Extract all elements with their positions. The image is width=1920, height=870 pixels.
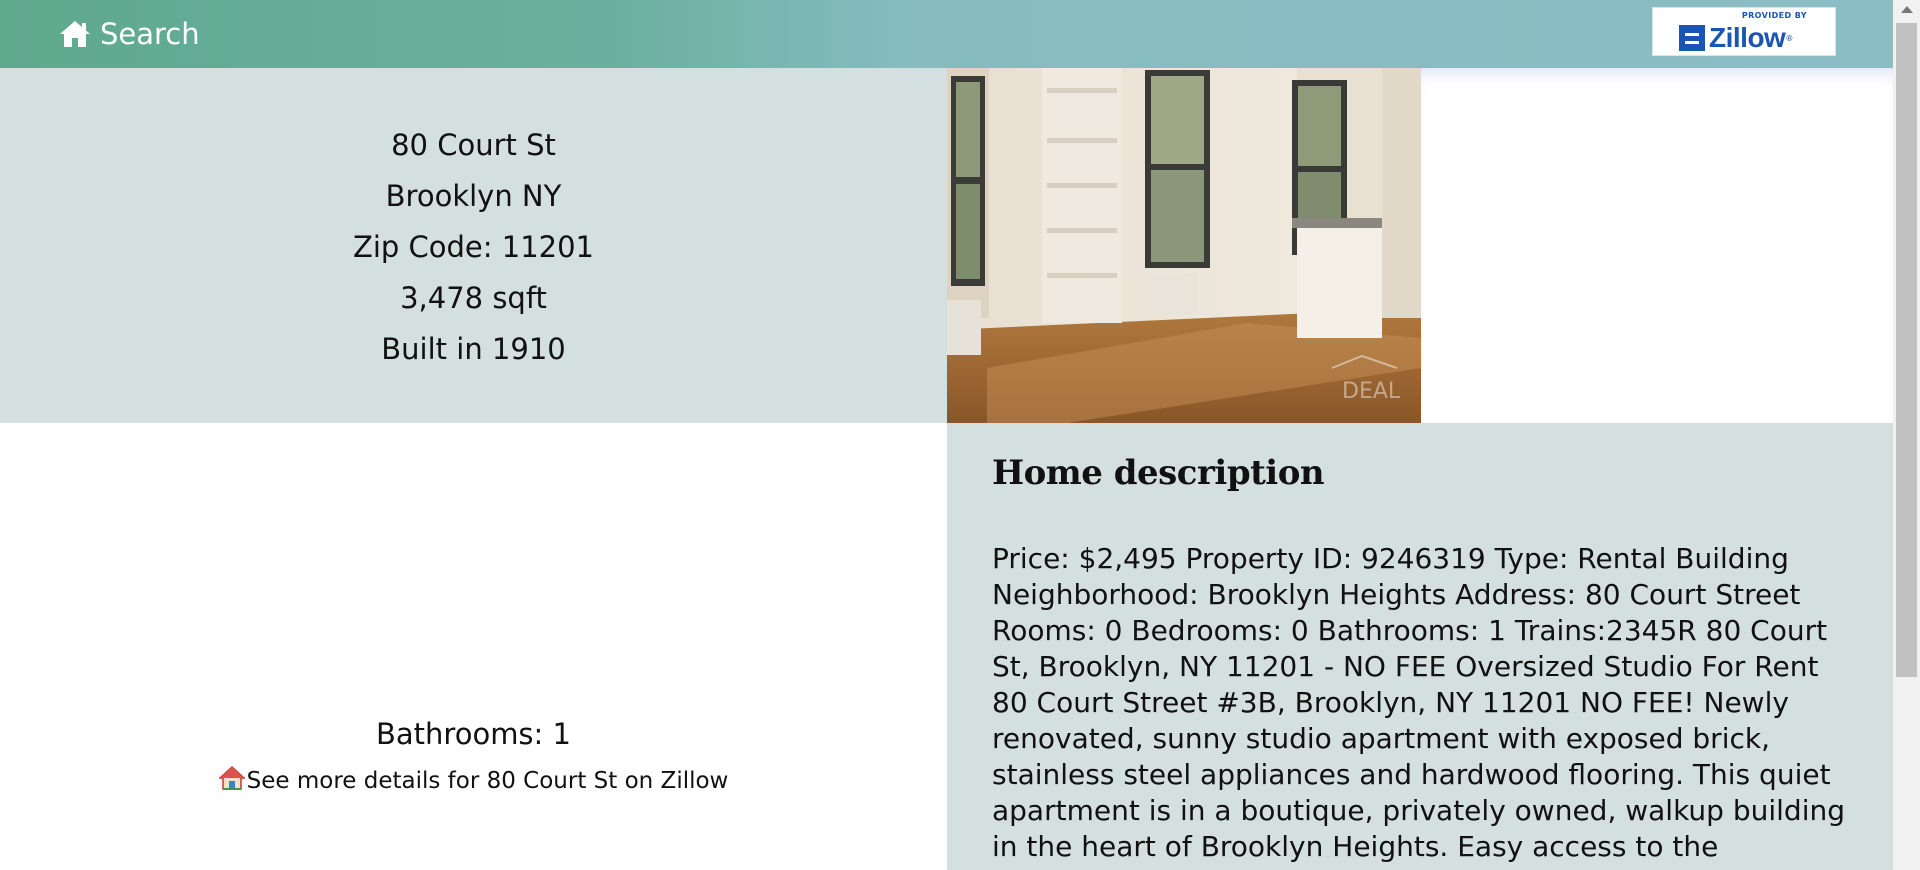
page-scrollbar[interactable] — [1893, 0, 1920, 870]
zillow-logo: Zillow ® — [1679, 22, 1793, 54]
top-navbar: Search PROVIDED BY Zillow ® — [0, 0, 1893, 68]
scroll-up-arrow-icon[interactable] — [1901, 6, 1913, 13]
home-icon — [60, 21, 90, 47]
search-label: Search — [100, 17, 200, 51]
house-icon — [218, 765, 245, 790]
street-address: 80 Court St — [391, 128, 556, 162]
empty-panel — [1421, 68, 1893, 423]
zillow-link-label: See more details for 80 Court St on Zill… — [246, 768, 729, 794]
square-footage: 3,478 sqft — [400, 281, 547, 315]
property-summary: 80 Court St Brooklyn NY Zip Code: 11201 … — [0, 120, 947, 375]
zillow-registered-mark: ® — [1785, 33, 1794, 43]
property-photo: DEAL — [947, 68, 1421, 423]
zillow-mark-icon — [1679, 25, 1705, 51]
city-state: Brooklyn NY — [385, 179, 562, 213]
home-description-panel: Home description Price: $2,495 Property … — [947, 423, 1893, 870]
bathrooms-count: Bathrooms: 1 — [376, 717, 571, 751]
zillow-details-link[interactable]: See more details for 80 Court St on Zill… — [0, 765, 947, 794]
zillow-badge[interactable]: PROVIDED BY Zillow ® — [1652, 7, 1836, 56]
year-built: Built in 1910 — [381, 332, 566, 366]
description-heading: Home description — [992, 453, 1325, 493]
scrollbar-thumb[interactable] — [1896, 23, 1917, 677]
description-body: Price: $2,495 Property ID: 9246319 Type:… — [992, 542, 1846, 863]
photo-watermark: DEAL — [1342, 379, 1401, 404]
zillow-wordmark: Zillow — [1709, 22, 1786, 53]
zip-code: Zip Code: 11201 — [352, 230, 595, 264]
details-panel: Bathrooms: 1 See more details for 80 Cou… — [0, 423, 947, 870]
provided-by-text: PROVIDED BY — [1741, 11, 1807, 20]
apartment-interior-image: DEAL — [947, 68, 1421, 423]
property-info-panel: 80 Court St Brooklyn NY Zip Code: 11201 … — [0, 68, 947, 423]
search-home-link[interactable]: Search — [58, 14, 200, 54]
